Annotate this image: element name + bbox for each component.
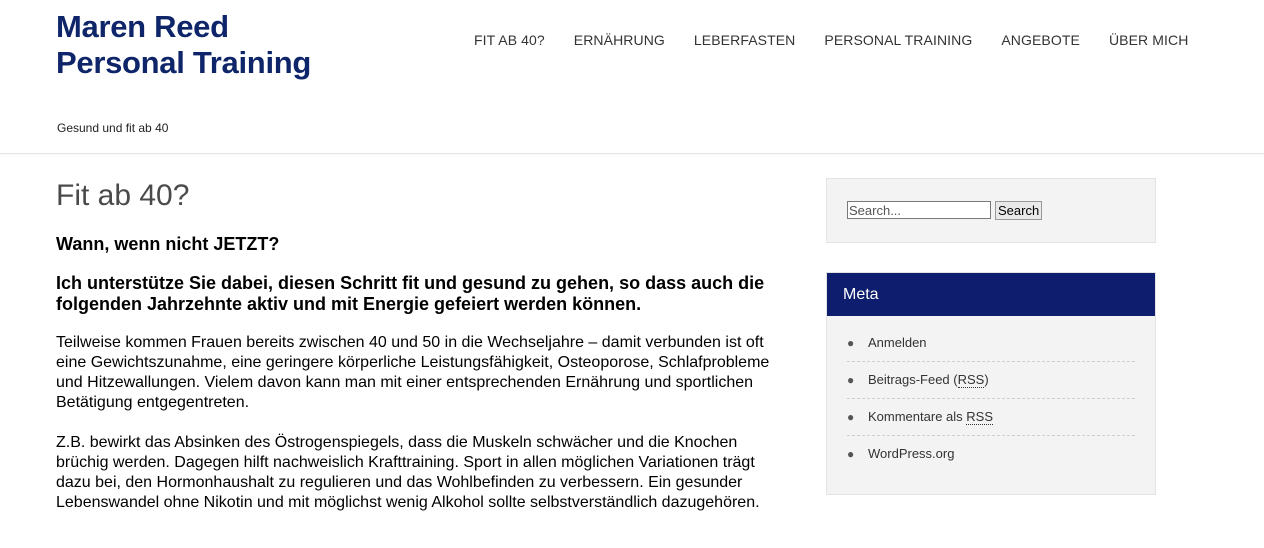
site-title[interactable]: Maren Reed Personal Training (56, 9, 316, 81)
nav-item-leberfasten[interactable]: LEBERFASTEN (694, 32, 795, 48)
search-input[interactable] (847, 201, 991, 219)
nav-item-personal-training[interactable]: PERSONAL TRAINING (824, 32, 972, 48)
main-nav: FIT AB 40? ERNÄHRUNG LEBERFASTEN PERSONA… (474, 32, 1217, 48)
meta-widget-title: Meta (827, 273, 1155, 316)
search-widget: Search (826, 178, 1156, 243)
meta-list: ● Anmelden ● Beitrags-Feed (RSS) ● Komme… (847, 325, 1135, 472)
meta-item-anmelden: ● Anmelden (847, 325, 1135, 362)
meta-widget: Meta ● Anmelden ● Beitrags-Feed (RSS) ● … (826, 272, 1156, 495)
rss-abbr: RSS (957, 372, 985, 388)
meta-link-text: ) (984, 372, 989, 387)
content-heading-1: Wann, wenn nicht JETZT? (56, 234, 280, 254)
search-button[interactable]: Search (995, 201, 1043, 220)
nav-item-fit-ab-40[interactable]: FIT AB 40? (474, 32, 545, 48)
bullet-icon: ● (847, 447, 855, 461)
meta-link-text: Beitrags-Feed ( (868, 372, 958, 387)
content-paragraph-2: Z.B. bewirkt das Absinken des Östrogensp… (56, 434, 760, 511)
rss-abbr: RSS (966, 409, 993, 425)
site-header: Maren Reed Personal Training Gesund und … (0, 0, 1264, 154)
meta-link-wordpress[interactable]: WordPress.org (868, 436, 954, 472)
meta-item-beitrags-feed: ● Beitrags-Feed (RSS) (847, 362, 1135, 399)
page-title: Fit ab 40? (56, 179, 190, 212)
meta-link-kommentare[interactable]: Kommentare als RSS (868, 399, 993, 435)
nav-item-ernaehrung[interactable]: ERNÄHRUNG (574, 32, 665, 48)
meta-link-text: Kommentare als (868, 409, 967, 424)
bullet-icon: ● (847, 336, 855, 350)
meta-item-kommentare: ● Kommentare als RSS (847, 399, 1135, 436)
site-tagline: Gesund und fit ab 40 (57, 121, 169, 135)
nav-item-angebote[interactable]: ANGEBOTE (1001, 32, 1080, 48)
meta-link-beitrags-feed[interactable]: Beitrags-Feed (RSS) (868, 362, 989, 398)
content-paragraph-1: Teilweise kommen Frauen bereits zwischen… (56, 334, 770, 411)
bullet-icon: ● (847, 410, 855, 424)
bullet-icon: ● (847, 373, 855, 387)
meta-link-anmelden[interactable]: Anmelden (868, 325, 927, 361)
meta-item-wordpress: ● WordPress.org (847, 436, 1135, 472)
content-heading-2: Ich unterstütze Sie dabei, diesen Schrit… (56, 273, 765, 314)
nav-item-ueber-mich[interactable]: ÜBER MICH (1109, 32, 1188, 48)
